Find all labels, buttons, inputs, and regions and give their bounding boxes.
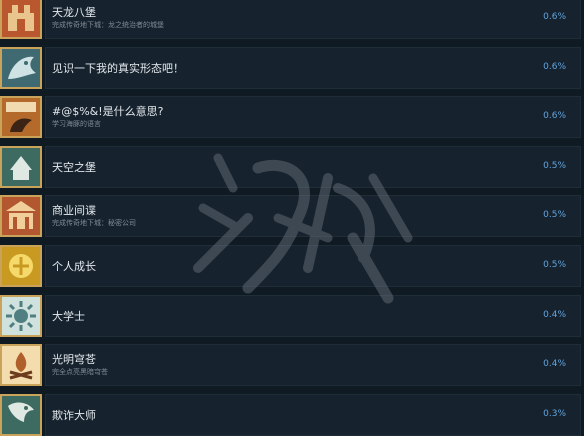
achievement-title: 天龙八堡 [52,6,96,19]
growth-icon [0,245,42,287]
achievement-row[interactable]: 商业间谍完成传奇地下城：秘密公司 0.5% [0,195,584,237]
sky-castle-icon [0,146,42,188]
unlock-percentage: 0.5% [543,260,566,270]
unlock-percentage: 0.6% [543,62,566,72]
achievement-bar: 个人成长 0.5% [45,245,581,287]
achievement-title: 大学士 [52,310,85,323]
scholar-sun-icon [0,295,42,337]
achievement-description: 完成传奇地下城：秘密公司 [52,219,136,227]
achievement-title: 商业间谍 [52,204,96,217]
achievement-row[interactable]: #@$%&!是什么意思? 学习海豚的语言 0.6% [0,96,584,138]
fortress-icon [0,0,42,39]
achievement-title: 光明穹苍 [52,353,96,366]
achievement-row[interactable]: 个人成长 0.5% [0,245,584,287]
achievement-row[interactable]: 光明穹苍完全点亮黑暗穹苍 0.4% [0,344,584,386]
achievement-row[interactable]: 天龙八堡完成传奇地下城：龙之统治者的城堡 0.6% [0,0,584,39]
achievement-bar: 欺诈大师 0.3% [45,394,581,436]
achievement-bar: 天龙八堡完成传奇地下城：龙之统治者的城堡 0.6% [45,0,581,39]
dolphin-sign-icon [0,96,42,138]
bonfire-icon [0,344,42,386]
achievement-row[interactable]: 欺诈大师 0.3% [0,394,584,436]
achievement-row[interactable]: 见识一下我的真实形态吧！ 0.6% [0,47,584,89]
achievements-page: 天龙八堡完成传奇地下城：龙之统治者的城堡 0.6% 见识一下我的真实形态吧！ 0.6… [0,0,584,436]
achievement-title: 个人成长 [52,260,96,273]
achievement-bar: 商业间谍完成传奇地下城：秘密公司 0.5% [45,195,581,237]
office-icon [0,195,42,237]
achievement-description: 学习海豚的语言 [52,120,101,128]
achievement-title: 天空之堡 [52,161,96,174]
achievement-bar: #@$%&!是什么意思? 学习海豚的语言 0.6% [45,96,581,138]
achievement-title: 欺诈大师 [52,409,96,422]
trickster-icon [0,394,42,436]
achievement-row[interactable]: 大学士 0.4% [0,295,584,337]
achievement-bar: 天空之堡 0.5% [45,146,581,188]
unlock-percentage: 0.5% [543,161,566,171]
unlock-percentage: 0.5% [543,210,566,220]
unlock-percentage: 0.6% [543,111,566,121]
achievement-description: 完成传奇地下城：龙之统治者的城堡 [52,21,164,29]
unlock-percentage: 0.3% [543,409,566,419]
achievement-description: 完全点亮黑暗穹苍 [52,368,108,376]
unlock-percentage: 0.6% [543,12,566,22]
unlock-percentage: 0.4% [543,359,566,369]
dragon-icon [0,47,42,89]
achievement-bar: 大学士 0.4% [45,295,581,337]
unlock-percentage: 0.4% [543,310,566,320]
achievement-title: #@$%&!是什么意思? [52,105,164,118]
achievement-bar: 见识一下我的真实形态吧！ 0.6% [45,47,581,89]
achievement-row[interactable]: 天空之堡 0.5% [0,146,584,188]
achievement-bar: 光明穹苍完全点亮黑暗穹苍 0.4% [45,344,581,386]
achievement-title: 见识一下我的真实形态吧！ [52,62,184,75]
